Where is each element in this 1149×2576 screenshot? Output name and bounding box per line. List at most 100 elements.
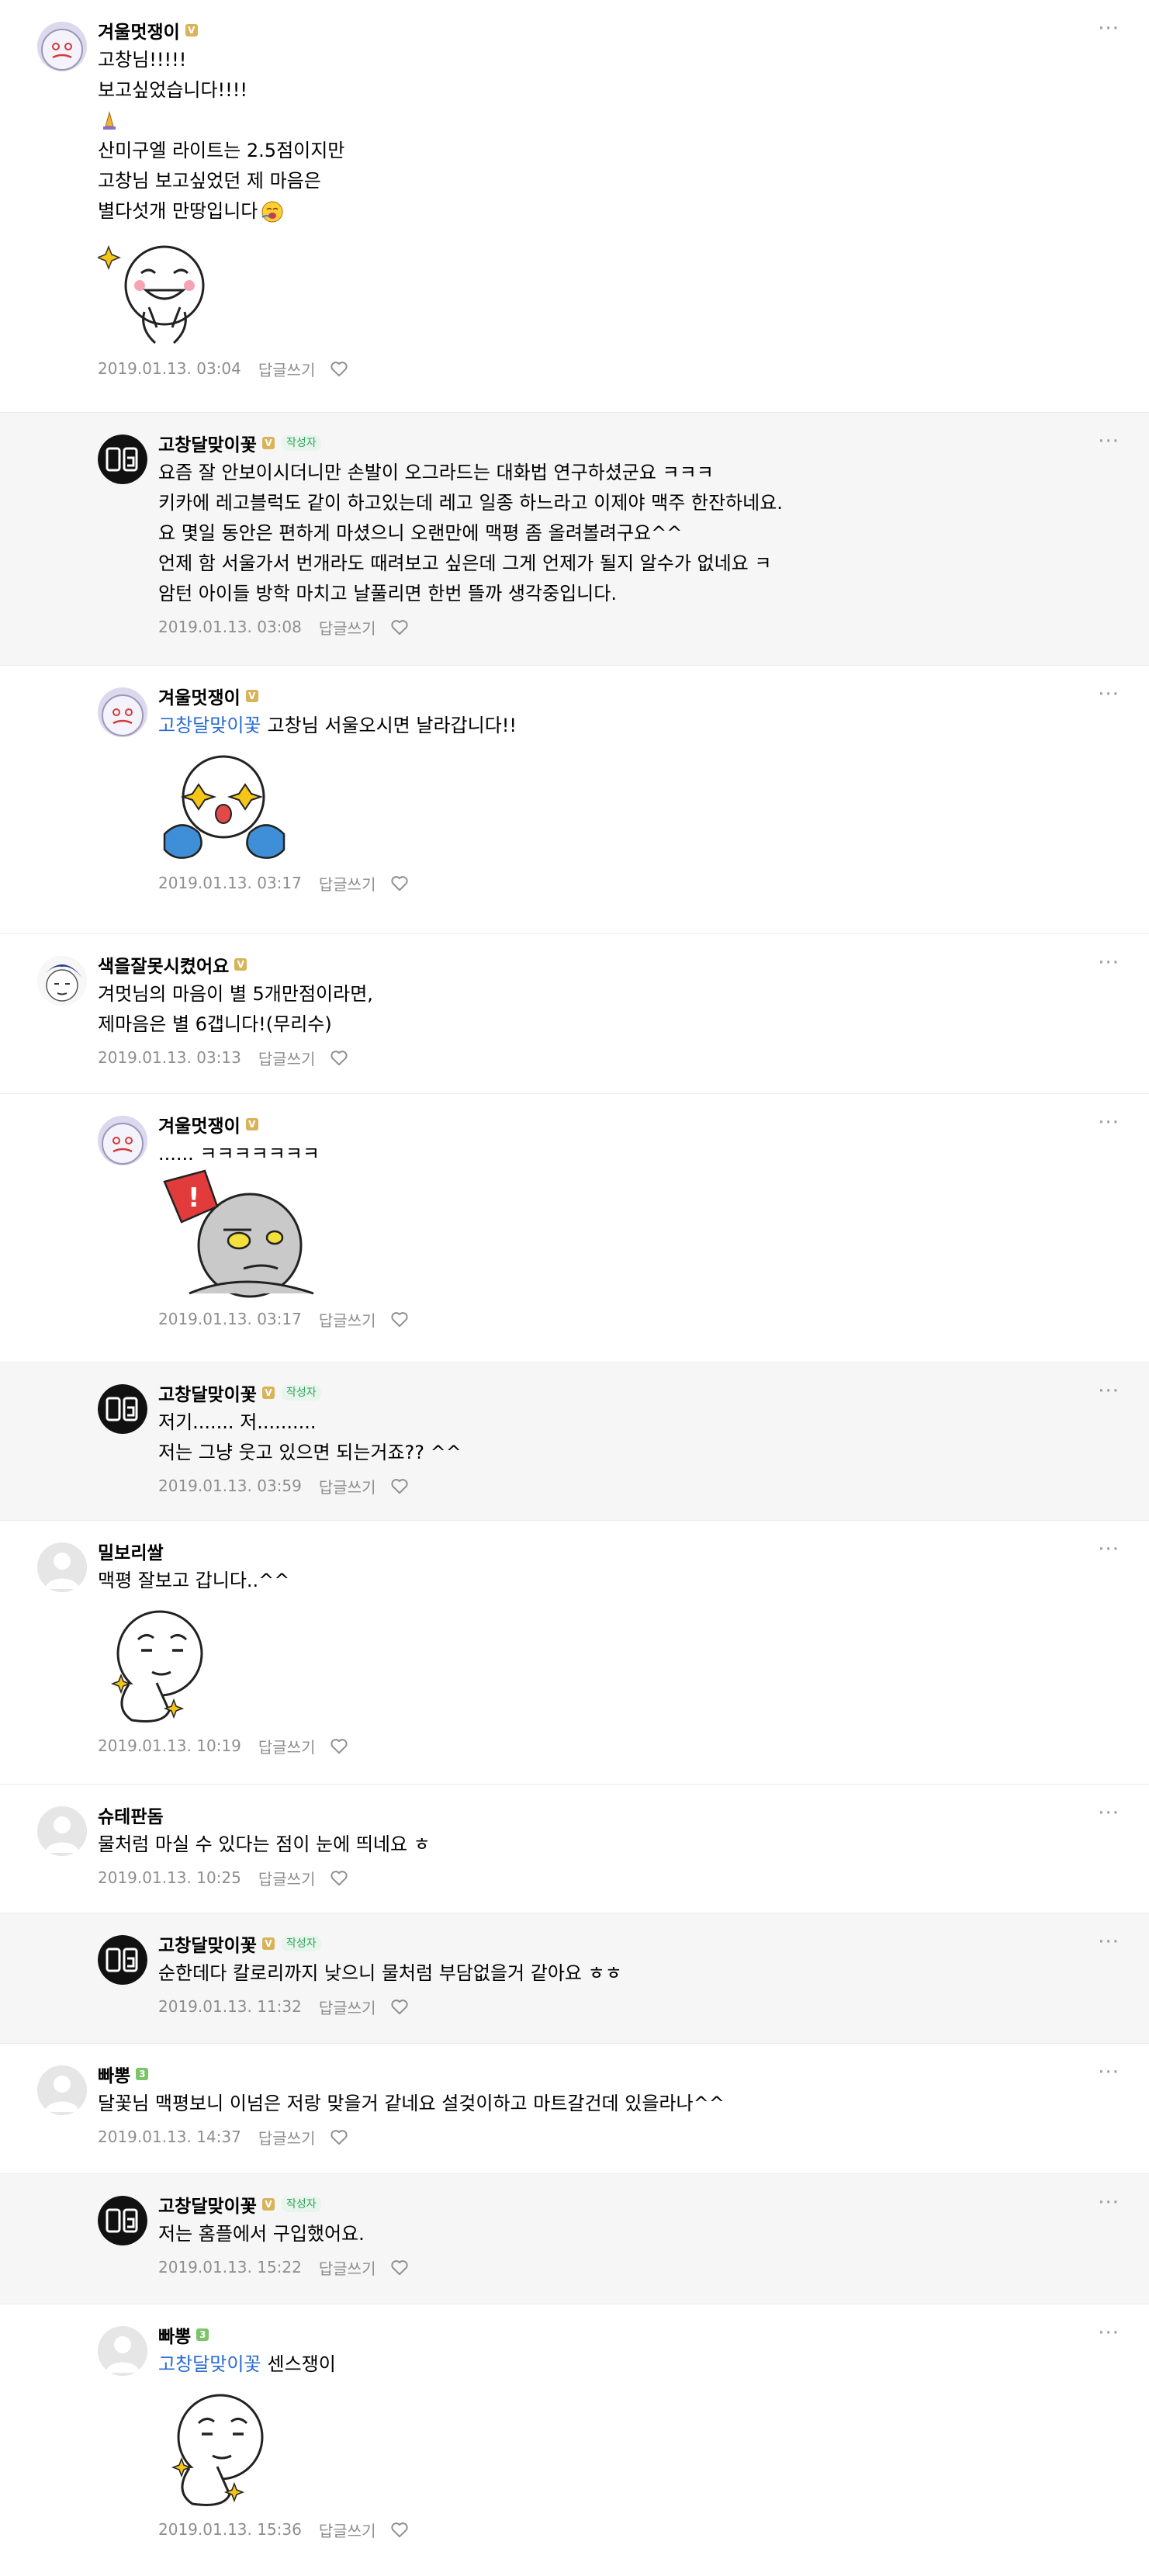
nickname[interactable]: 고창달맞이꽃 <box>158 1930 257 1957</box>
heart-outline-icon[interactable] <box>389 2519 410 2540</box>
reply-button[interactable]: 답글쓰기 <box>258 1735 316 1757</box>
more-icon[interactable]: ··· <box>1098 19 1120 39</box>
reply-button[interactable]: 답글쓰기 <box>319 1996 376 2018</box>
comment-text: 산미구엘 라이트는 2.5점이지만 <box>98 140 345 161</box>
comment-text: 맥평 잘보고 갑니다..^^ <box>98 1570 290 1591</box>
more-icon[interactable]: ··· <box>1098 684 1120 705</box>
more-icon[interactable]: ··· <box>1098 1539 1120 1560</box>
reply-button[interactable]: 답글쓰기 <box>258 1047 316 1069</box>
comment-date: 2019.01.13. 14:37 <box>98 2128 241 2146</box>
avatar[interactable] <box>98 1935 147 1985</box>
comment-date: 2019.01.13. 03:59 <box>158 1477 302 1495</box>
heart-outline-icon[interactable] <box>329 1736 349 1756</box>
comment: ··· 고창달맞이꽃 V 작성자 저기....... 저.......... 저… <box>0 1362 1149 1521</box>
reply-button[interactable]: 답글쓰기 <box>319 2256 376 2279</box>
heart-outline-icon[interactable] <box>389 1309 410 1329</box>
more-icon[interactable]: ··· <box>1098 2323 1120 2343</box>
comment: ··· 밀보리쌀 맥평 잘보고 갑니다..^^ 2019.01.13. 10:1… <box>0 1521 1149 1785</box>
avatar[interactable] <box>37 22 87 71</box>
comment-text: 저는 그냥 웃고 있으면 되는거죠?? ^^ <box>158 1442 462 1463</box>
avatar[interactable] <box>98 2326 147 2376</box>
moon-sticker <box>158 749 290 865</box>
heart-outline-icon[interactable] <box>329 2127 349 2147</box>
comment-date: 2019.01.13. 10:25 <box>98 1868 241 1887</box>
moon-sticker <box>158 2387 275 2512</box>
comment-text: 고창님 서울오시면 날라갑니다!! <box>267 715 517 736</box>
mention-link[interactable]: 고창달맞이꽃 <box>158 715 261 736</box>
moon-sticker <box>158 1169 321 1301</box>
nickname[interactable]: 빠뽕 <box>98 2061 130 2087</box>
more-icon[interactable]: ··· <box>1098 953 1120 973</box>
nickname[interactable]: 빠뽕 <box>158 2322 191 2348</box>
comment-text: 순한데다 칼로리까지 낮으니 물처럼 부담없을거 같아요 ㅎㅎ <box>158 1962 622 1984</box>
comment: ··· 겨울멋쟁이 V ...... ㅋㅋㅋㅋㅋㅋㅋ 2019.01.13. 0… <box>0 1094 1149 1362</box>
avatar[interactable] <box>37 1806 87 1856</box>
default-avatar-icon <box>37 1806 87 1856</box>
nickname[interactable]: 고창달맞이꽃 <box>158 2191 257 2218</box>
avatar[interactable] <box>98 435 147 484</box>
heart-outline-icon[interactable] <box>389 2257 410 2277</box>
nickname[interactable]: 겨울멋쟁이 <box>98 17 180 43</box>
comment-date: 2019.01.13. 03:04 <box>98 359 241 378</box>
more-icon[interactable]: ··· <box>1098 1381 1120 1401</box>
comment-date: 2019.01.13. 11:32 <box>158 1997 302 2016</box>
more-icon[interactable]: ··· <box>1098 1803 1120 1823</box>
more-icon[interactable]: ··· <box>1098 1932 1120 1952</box>
heart-outline-icon[interactable] <box>329 1047 349 1068</box>
nickname[interactable]: 슈테판돔 <box>98 1802 164 1828</box>
heart-outline-icon[interactable] <box>389 617 410 637</box>
moon-avatar-icon <box>98 687 147 737</box>
author-badge: 작성자 <box>281 1936 321 1951</box>
reply-button[interactable]: 답글쓰기 <box>319 2519 376 2541</box>
more-icon[interactable]: ··· <box>1098 2193 1120 2213</box>
comment-date: 2019.01.13. 15:36 <box>158 2520 302 2539</box>
nickname[interactable]: 겨울멋쟁이 <box>158 683 241 709</box>
grade-badge: 3 <box>136 2068 149 2080</box>
more-icon[interactable]: ··· <box>1098 2062 1120 2083</box>
comment-text: 고창님 보고싶었던 제 마음은 <box>98 170 321 192</box>
comment-text: 제마음은 별 6갭니다!(무리수) <box>98 1013 332 1035</box>
nickname[interactable]: 겨울멋쟁이 <box>158 1111 241 1137</box>
nickname[interactable]: 고창달맞이꽃 <box>158 1380 257 1406</box>
reply-button[interactable]: 답글쓰기 <box>258 2126 316 2148</box>
reply-button[interactable]: 답글쓰기 <box>319 872 376 895</box>
heart-outline-icon[interactable] <box>389 1996 410 2017</box>
heart-outline-icon[interactable] <box>389 1476 410 1496</box>
comment: ··· 고창달맞이꽃 V 작성자 저는 홈플에서 구입했어요. 2019.01.… <box>0 2174 1149 2304</box>
nickname[interactable]: 밀보리쌀 <box>98 1538 164 1564</box>
reply-button[interactable]: 답글쓰기 <box>319 616 376 639</box>
avatar[interactable] <box>37 2065 87 2115</box>
heart-outline-icon[interactable] <box>329 358 349 379</box>
comment-thread: ··· 겨울멋쟁이 V 고창님!!!!! 보고싶었습니다!!!! 산미구엘 라이… <box>0 0 1149 2568</box>
more-icon[interactable]: ··· <box>1098 431 1120 452</box>
reply-button[interactable]: 답글쓰기 <box>258 358 316 380</box>
moon-sticker <box>98 234 222 351</box>
pray-emoji <box>98 106 1056 136</box>
comment-date: 2019.01.13. 15:22 <box>158 2258 302 2277</box>
grade-badge: V <box>261 1937 275 1950</box>
face-avatar-icon <box>37 956 87 1006</box>
mention-link[interactable]: 고창달맞이꽃 <box>158 2353 261 2375</box>
nickname[interactable]: 색을잘못시켰어요 <box>98 951 229 978</box>
nickname[interactable]: 고창달맞이꽃 <box>158 430 257 456</box>
comment: ··· 겨울멋쟁이 V 고창님!!!!! 보고싶었습니다!!!! 산미구엘 라이… <box>0 0 1149 413</box>
comment-text: ...... ㅋㅋㅋㅋㅋㅋㅋ <box>158 1143 320 1165</box>
party-face-emoji <box>261 200 284 223</box>
avatar[interactable] <box>37 956 87 1006</box>
avatar[interactable] <box>37 1542 87 1592</box>
avatar[interactable] <box>98 2196 147 2245</box>
more-icon[interactable]: ··· <box>1098 1113 1120 1133</box>
avatar[interactable] <box>98 1116 147 1165</box>
avatar[interactable] <box>98 687 147 737</box>
heart-outline-icon[interactable] <box>389 873 410 893</box>
comment-text: 달꽃님 맥평보니 이넘은 저랑 맞을거 같네요 설겆이하고 마트갈건데 있을라나… <box>98 2093 725 2114</box>
comment-text: 겨멋님의 마음이 별 5개만점이라면, <box>98 983 373 1005</box>
comment-text: 요즘 잘 안보이시더니만 손발이 오그라드는 대화법 연구하셨군요 ㅋㅋㅋ <box>158 462 714 483</box>
comment-date: 2019.01.13. 03:17 <box>158 874 302 892</box>
reply-button[interactable]: 답글쓰기 <box>319 1475 376 1497</box>
heart-outline-icon[interactable] <box>329 1868 349 1888</box>
grade-badge: 3 <box>196 2328 209 2341</box>
reply-button[interactable]: 답글쓰기 <box>319 1308 376 1331</box>
reply-button[interactable]: 답글쓰기 <box>258 1867 316 1889</box>
avatar[interactable] <box>98 1384 147 1434</box>
